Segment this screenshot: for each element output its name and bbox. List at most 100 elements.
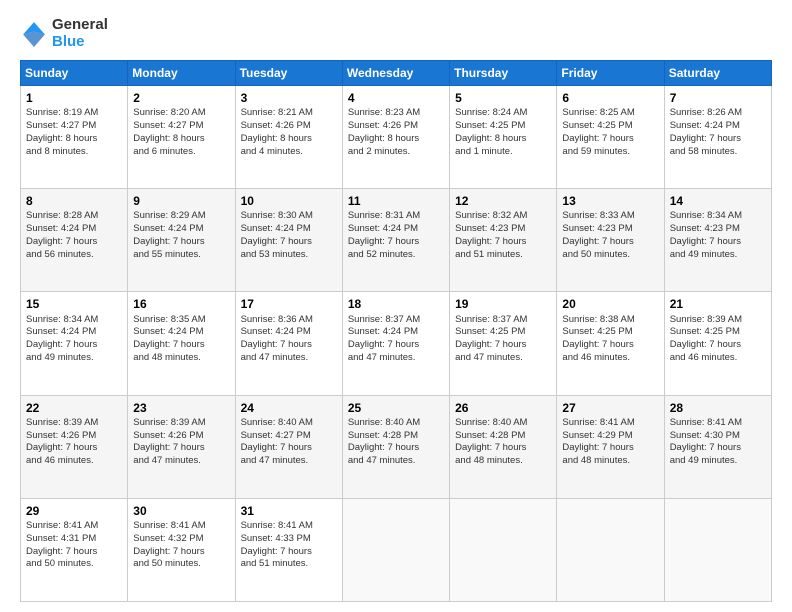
- week-row-5: 29Sunrise: 8:41 AMSunset: 4:31 PMDayligh…: [21, 498, 772, 601]
- day-cell: 6Sunrise: 8:25 AMSunset: 4:25 PMDaylight…: [557, 86, 664, 189]
- day-info-line: and 4 minutes.: [241, 146, 338, 159]
- day-cell: 19Sunrise: 8:37 AMSunset: 4:25 PMDayligh…: [450, 292, 557, 395]
- day-info-line: and 47 minutes.: [455, 352, 552, 365]
- day-info-line: Sunset: 4:27 PM: [133, 120, 230, 133]
- day-info-line: Sunrise: 8:31 AM: [348, 210, 445, 223]
- calendar-table: SundayMondayTuesdayWednesdayThursdayFrid…: [20, 60, 772, 602]
- day-info-line: Sunrise: 8:41 AM: [241, 520, 338, 533]
- logo: General Blue: [20, 16, 108, 50]
- day-number: 10: [241, 193, 338, 209]
- day-info-line: and 52 minutes.: [348, 249, 445, 262]
- day-number: 19: [455, 296, 552, 312]
- day-number: 5: [455, 90, 552, 106]
- day-info-line: and 51 minutes.: [455, 249, 552, 262]
- day-info-line: Daylight: 8 hours: [455, 133, 552, 146]
- day-info-line: Sunset: 4:25 PM: [455, 120, 552, 133]
- day-info-line: Sunrise: 8:26 AM: [670, 107, 767, 120]
- day-cell: 4Sunrise: 8:23 AMSunset: 4:26 PMDaylight…: [342, 86, 449, 189]
- day-info-line: and 56 minutes.: [26, 249, 123, 262]
- day-info-line: Sunset: 4:31 PM: [26, 533, 123, 546]
- header: General Blue: [20, 16, 772, 50]
- day-info-line: Sunset: 4:23 PM: [562, 223, 659, 236]
- day-cell: 25Sunrise: 8:40 AMSunset: 4:28 PMDayligh…: [342, 395, 449, 498]
- day-number: 30: [133, 503, 230, 519]
- day-info-line: Sunrise: 8:41 AM: [26, 520, 123, 533]
- day-info-line: Daylight: 7 hours: [241, 442, 338, 455]
- day-cell: 31Sunrise: 8:41 AMSunset: 4:33 PMDayligh…: [235, 498, 342, 601]
- day-info-line: Sunset: 4:29 PM: [562, 430, 659, 443]
- day-cell: 16Sunrise: 8:35 AMSunset: 4:24 PMDayligh…: [128, 292, 235, 395]
- day-cell: 7Sunrise: 8:26 AMSunset: 4:24 PMDaylight…: [664, 86, 771, 189]
- day-cell: 2Sunrise: 8:20 AMSunset: 4:27 PMDaylight…: [128, 86, 235, 189]
- day-cell: 13Sunrise: 8:33 AMSunset: 4:23 PMDayligh…: [557, 189, 664, 292]
- day-number: 22: [26, 400, 123, 416]
- day-cell: 17Sunrise: 8:36 AMSunset: 4:24 PMDayligh…: [235, 292, 342, 395]
- day-info-line: Sunset: 4:26 PM: [26, 430, 123, 443]
- day-info-line: Sunset: 4:23 PM: [670, 223, 767, 236]
- day-cell: 5Sunrise: 8:24 AMSunset: 4:25 PMDaylight…: [450, 86, 557, 189]
- day-number: 13: [562, 193, 659, 209]
- day-number: 15: [26, 296, 123, 312]
- day-cell: 20Sunrise: 8:38 AMSunset: 4:25 PMDayligh…: [557, 292, 664, 395]
- day-number: 11: [348, 193, 445, 209]
- logo-icon: [20, 19, 48, 47]
- day-info-line: Daylight: 7 hours: [562, 236, 659, 249]
- day-info-line: Daylight: 7 hours: [241, 236, 338, 249]
- day-info-line: Sunrise: 8:36 AM: [241, 314, 338, 327]
- day-info-line: Sunset: 4:27 PM: [26, 120, 123, 133]
- day-info-line: and 50 minutes.: [26, 558, 123, 571]
- day-cell: 24Sunrise: 8:40 AMSunset: 4:27 PMDayligh…: [235, 395, 342, 498]
- day-info-line: Sunrise: 8:24 AM: [455, 107, 552, 120]
- day-info-line: Sunrise: 8:37 AM: [455, 314, 552, 327]
- day-info-line: Sunset: 4:30 PM: [670, 430, 767, 443]
- day-cell: 8Sunrise: 8:28 AMSunset: 4:24 PMDaylight…: [21, 189, 128, 292]
- day-info-line: Sunrise: 8:41 AM: [670, 417, 767, 430]
- day-number: 28: [670, 400, 767, 416]
- day-info-line: Sunset: 4:25 PM: [562, 120, 659, 133]
- day-info-line: Sunrise: 8:37 AM: [348, 314, 445, 327]
- day-number: 17: [241, 296, 338, 312]
- day-info-line: Daylight: 7 hours: [241, 339, 338, 352]
- day-info-line: and 47 minutes.: [241, 352, 338, 365]
- day-info-line: and 47 minutes.: [348, 352, 445, 365]
- day-info-line: Daylight: 7 hours: [26, 442, 123, 455]
- day-info-line: Daylight: 7 hours: [241, 546, 338, 559]
- week-row-1: 1Sunrise: 8:19 AMSunset: 4:27 PMDaylight…: [21, 86, 772, 189]
- day-number: 27: [562, 400, 659, 416]
- day-info-line: Sunrise: 8:39 AM: [133, 417, 230, 430]
- day-number: 2: [133, 90, 230, 106]
- page: General Blue SundayMondayTuesdayWednesda…: [0, 0, 792, 612]
- day-info-line: Sunrise: 8:20 AM: [133, 107, 230, 120]
- day-number: 31: [241, 503, 338, 519]
- col-header-saturday: Saturday: [664, 61, 771, 86]
- day-info-line: Daylight: 8 hours: [348, 133, 445, 146]
- day-info-line: Daylight: 7 hours: [348, 339, 445, 352]
- col-header-friday: Friday: [557, 61, 664, 86]
- day-info-line: Sunset: 4:24 PM: [133, 326, 230, 339]
- day-number: 26: [455, 400, 552, 416]
- day-cell: 1Sunrise: 8:19 AMSunset: 4:27 PMDaylight…: [21, 86, 128, 189]
- day-cell: [664, 498, 771, 601]
- day-info-line: Daylight: 7 hours: [348, 236, 445, 249]
- day-cell: 22Sunrise: 8:39 AMSunset: 4:26 PMDayligh…: [21, 395, 128, 498]
- day-info-line: Sunset: 4:26 PM: [133, 430, 230, 443]
- day-number: 8: [26, 193, 123, 209]
- day-info-line: Daylight: 8 hours: [26, 133, 123, 146]
- day-number: 1: [26, 90, 123, 106]
- day-info-line: and 55 minutes.: [133, 249, 230, 262]
- day-info-line: Daylight: 7 hours: [670, 442, 767, 455]
- day-info-line: Sunset: 4:32 PM: [133, 533, 230, 546]
- day-number: 6: [562, 90, 659, 106]
- day-info-line: and 1 minute.: [455, 146, 552, 159]
- day-info-line: Sunset: 4:24 PM: [133, 223, 230, 236]
- day-info-line: Daylight: 7 hours: [670, 236, 767, 249]
- day-info-line: Sunrise: 8:40 AM: [241, 417, 338, 430]
- day-info-line: and 48 minutes.: [133, 352, 230, 365]
- col-header-tuesday: Tuesday: [235, 61, 342, 86]
- day-info-line: Sunrise: 8:30 AM: [241, 210, 338, 223]
- day-number: 20: [562, 296, 659, 312]
- week-row-2: 8Sunrise: 8:28 AMSunset: 4:24 PMDaylight…: [21, 189, 772, 292]
- day-number: 12: [455, 193, 552, 209]
- day-info-line: Sunset: 4:23 PM: [455, 223, 552, 236]
- day-info-line: and 48 minutes.: [455, 455, 552, 468]
